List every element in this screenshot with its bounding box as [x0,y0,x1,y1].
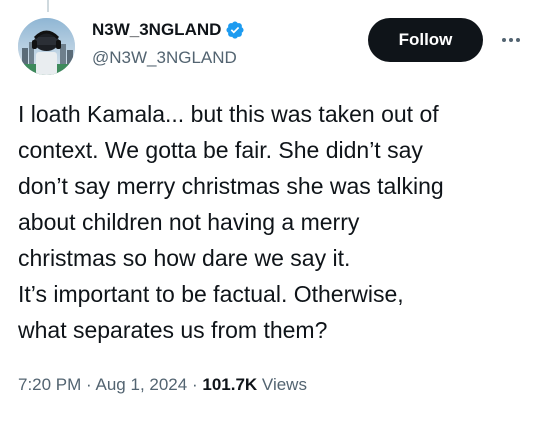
meta-separator: · [191,375,198,394]
meta-separator: · [86,375,92,394]
tweet-metadata: 7:20 PM · Aug 1, 2024 · 101.7K Views [18,375,307,395]
more-horizontal-icon [502,38,520,42]
avatar[interactable] [18,18,75,75]
verified-badge-icon[interactable] [225,20,245,40]
author-handle[interactable]: @N3W_3NGLAND [92,48,237,68]
tweet-time[interactable]: 7:20 PM [18,375,81,394]
views-label: Views [261,375,307,394]
avatar-image [18,18,75,75]
author-name-row: N3W_3NGLAND [92,20,245,40]
tweet-text-line: christmas so how dare we say it. [18,245,351,271]
tweet-text-line: about children not having a merry [18,209,360,235]
tweet-text-line: It’s important to be factual. Otherwise, [18,281,404,307]
tweet-text: I loath Kamala... but this was taken out… [18,96,528,348]
tweet-text-line: context. We gotta be fair. She didn’t sa… [18,137,423,163]
tweet-date[interactable]: Aug 1, 2024 [96,375,188,394]
tweet-text-line: don’t say merry christmas she was talkin… [18,173,444,199]
thread-connector-line [47,0,49,12]
views-count: 101.7K [202,375,258,394]
tweet-text-line: I loath Kamala... but this was taken out… [18,101,439,127]
tweet-text-line: what separates us from them? [18,317,328,343]
follow-button[interactable]: Follow [368,18,483,62]
more-options-button[interactable] [496,25,526,55]
author-display-name[interactable]: N3W_3NGLAND [92,20,221,40]
